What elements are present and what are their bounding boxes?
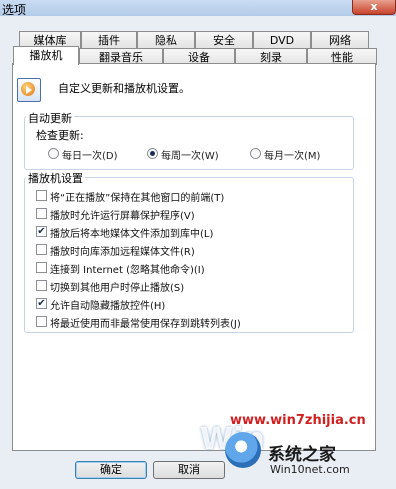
panel-description: 自定义更新和播放机设置。 bbox=[58, 82, 190, 95]
checkbox-connect-internet-label[interactable]: 连接到 Internet (忽略其他命令)(I) bbox=[50, 261, 205, 276]
watermark-logo bbox=[225, 432, 261, 468]
radio-monthly[interactable] bbox=[250, 148, 261, 159]
radio-weekly-label[interactable]: 每周一次(W) bbox=[161, 147, 219, 162]
checkbox-autohide-controls-label[interactable]: 允许自动隐藏播放控件(H) bbox=[50, 297, 165, 312]
checkbox-keep-on-top-label[interactable]: 将“正在播放”保持在其他窗口的前端(T) bbox=[50, 189, 224, 204]
player-settings-legend: 播放机设置 bbox=[26, 170, 85, 186]
checkbox-connect-internet[interactable] bbox=[36, 262, 47, 273]
close-button[interactable]: x bbox=[352, 0, 396, 15]
media-player-icon bbox=[17, 78, 41, 102]
tab-plugins[interactable]: 插件 bbox=[81, 31, 137, 48]
tab-dvd[interactable]: DVD bbox=[253, 31, 311, 48]
checkbox-add-remote-files[interactable] bbox=[36, 244, 47, 255]
checkbox-keep-on-top[interactable] bbox=[36, 190, 47, 201]
auto-update-legend: 自动更新 bbox=[26, 110, 74, 126]
tab-security[interactable]: 安全 bbox=[195, 31, 253, 48]
title-bar: 选项 x bbox=[0, 0, 396, 17]
checkbox-stop-on-switch-user[interactable] bbox=[36, 280, 47, 291]
checkbox-allow-screensaver[interactable] bbox=[36, 208, 47, 219]
checkbox-stop-on-switch-user-label[interactable]: 切换到其他用户时停止播放(S) bbox=[50, 279, 184, 294]
watermark-site: Win10net.com bbox=[270, 463, 350, 476]
checkbox-recent-jumplist-label[interactable]: 将最近使用而非最常使用保存到跳转列表(J) bbox=[50, 315, 241, 330]
radio-daily[interactable] bbox=[48, 148, 59, 159]
cancel-button[interactable]: 取消 bbox=[153, 461, 225, 479]
check-update-label: 检查更新: bbox=[36, 129, 84, 142]
radio-monthly-label[interactable]: 每月一次(M) bbox=[264, 147, 320, 162]
ok-button[interactable]: 确定 bbox=[75, 461, 147, 479]
radio-daily-label[interactable]: 每日一次(D) bbox=[62, 147, 118, 162]
checkbox-autohide-controls[interactable]: ✔ bbox=[36, 298, 47, 309]
tab-player[interactable]: 播放机 bbox=[13, 46, 79, 65]
checkbox-recent-jumplist[interactable] bbox=[36, 316, 47, 327]
tab-network[interactable]: 网络 bbox=[311, 31, 369, 48]
window-title: 选项 bbox=[2, 3, 27, 17]
checkbox-allow-screensaver-label[interactable]: 播放时允许运行屏幕保护程序(V) bbox=[50, 207, 195, 222]
watermark-url: www.win7zhijia.cn bbox=[230, 413, 366, 428]
checkbox-add-local-files-label[interactable]: 播放后将本地媒体文件添加到库中(L) bbox=[50, 225, 213, 240]
checkbox-add-local-files[interactable]: ✔ bbox=[36, 226, 47, 237]
checkbox-add-remote-files-label[interactable]: 播放时向库添加远程媒体文件(R) bbox=[50, 243, 195, 258]
watermark-brand: 系统之家 bbox=[268, 445, 336, 465]
tab-privacy[interactable]: 隐私 bbox=[137, 31, 195, 48]
radio-weekly[interactable] bbox=[147, 148, 158, 159]
